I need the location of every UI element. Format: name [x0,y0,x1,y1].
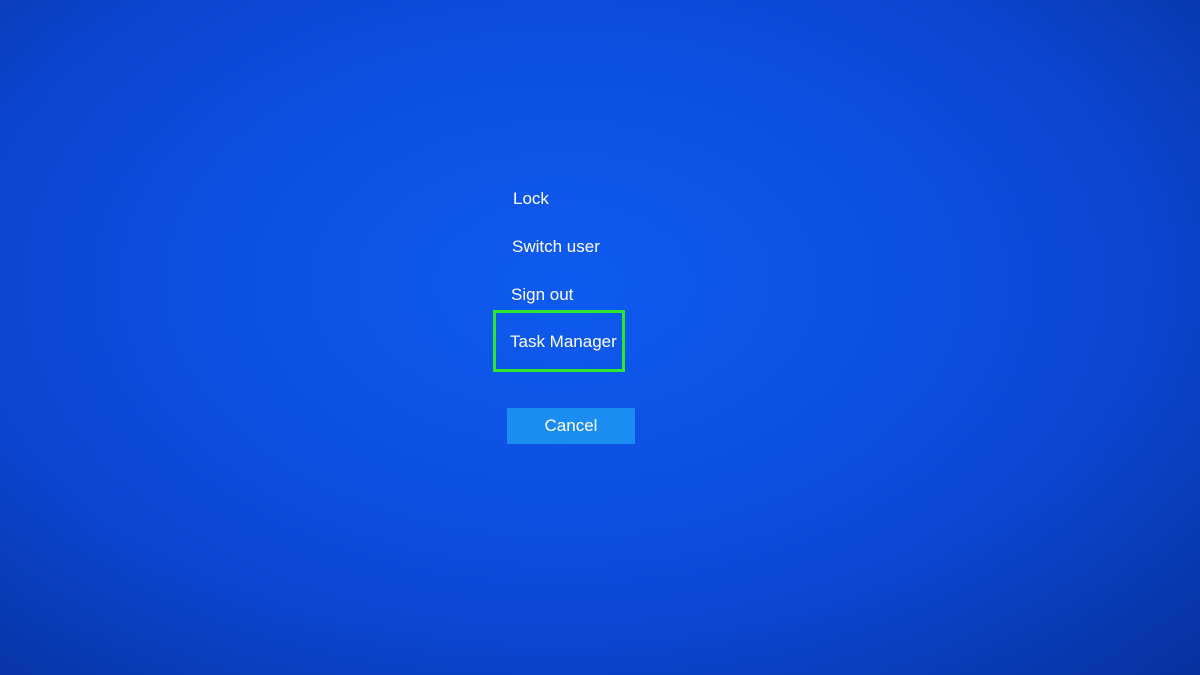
sign-out-option[interactable]: Sign out [511,284,573,306]
security-options-screen: Lock Switch user Sign out Task Manager C… [0,0,1200,675]
lock-option[interactable]: Lock [513,188,549,210]
switch-user-option[interactable]: Switch user [512,236,600,258]
task-manager-option[interactable]: Task Manager [510,331,617,353]
cancel-button[interactable]: Cancel [507,408,635,444]
